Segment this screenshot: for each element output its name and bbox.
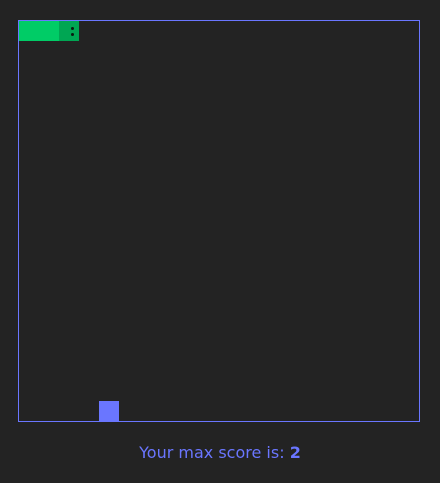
food-pellet	[99, 401, 119, 421]
snake-body-segment	[19, 21, 39, 41]
game-board[interactable]	[18, 20, 420, 422]
snake-head	[59, 21, 79, 41]
snake-eye	[71, 33, 74, 36]
max-score-value: 2	[289, 443, 301, 462]
snake-body-segment	[39, 21, 59, 41]
snake-eye	[71, 27, 74, 30]
max-score-text: Your max score is: 2	[0, 443, 440, 463]
max-score-label: Your max score is:	[139, 443, 290, 462]
